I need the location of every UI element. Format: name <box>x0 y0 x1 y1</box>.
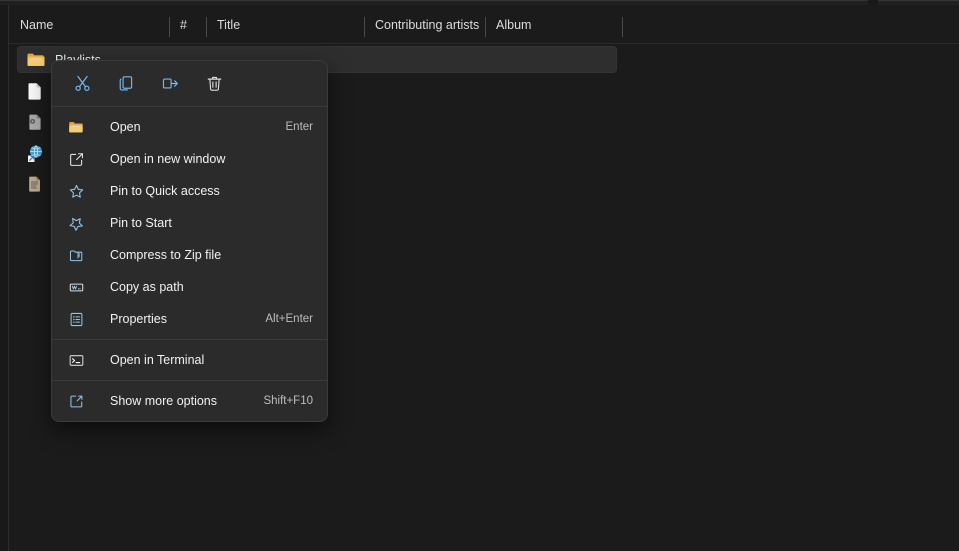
column-divider-1[interactable] <box>169 17 170 37</box>
rename-icon <box>161 74 180 93</box>
star-icon <box>68 183 85 200</box>
column-header-title-label: Title <box>217 17 241 32</box>
context-menu-toolbar <box>52 61 327 106</box>
menu-item-label: Compress to Zip file <box>110 248 222 262</box>
system-file-icon <box>25 112 45 132</box>
column-header-album[interactable]: Album <box>485 5 622 44</box>
menu-item-pin-to-start[interactable]: Pin to Start <box>52 207 327 239</box>
external-link-icon <box>68 151 85 168</box>
blank-document-icon <box>25 81 45 101</box>
menu-item-accelerator: Shift+F10 <box>263 395 313 407</box>
column-divider-4[interactable] <box>485 17 486 37</box>
terminal-icon <box>68 352 85 369</box>
scissors-icon <box>73 74 92 93</box>
delete-button[interactable] <box>198 69 230 99</box>
menu-item-label: Properties <box>110 312 167 326</box>
column-header-name-label: Name <box>20 17 54 32</box>
menu-item-copy-as-path[interactable]: Copy as path <box>52 271 327 303</box>
copy-button[interactable] <box>110 69 142 99</box>
column-divider-3[interactable] <box>364 17 365 37</box>
menu-item-label: Open in new window <box>110 152 226 166</box>
rename-button[interactable] <box>154 69 186 99</box>
context-menu: Open Enter Open in new window Pin to Qui… <box>51 60 328 422</box>
context-menu-group-more: Show more options Shift+F10 <box>52 381 327 421</box>
properties-icon <box>68 311 85 328</box>
column-header-album-label: Album <box>496 17 532 32</box>
column-divider-2[interactable] <box>206 17 207 37</box>
column-header-row: Name # Title Contributing artists Album <box>9 5 959 44</box>
file-explorer-window: Name # Title Contributing artists Album <box>0 0 959 551</box>
column-header-title[interactable]: Title <box>206 5 364 44</box>
column-header-name[interactable]: Name <box>9 5 169 44</box>
folder-icon <box>26 50 46 70</box>
menu-item-pin-quick-access[interactable]: Pin to Quick access <box>52 175 327 207</box>
column-header-artists[interactable]: Contributing artists <box>364 5 485 44</box>
menu-item-accelerator: Alt+Enter <box>265 313 313 325</box>
column-header-track-label: # <box>180 17 187 32</box>
internet-shortcut-icon <box>25 143 45 163</box>
menu-item-label: Pin to Quick access <box>110 184 220 198</box>
folder-open-icon <box>68 119 85 136</box>
pin-icon <box>68 215 85 232</box>
context-menu-group-terminal: Open in Terminal <box>52 340 327 380</box>
copy-icon <box>117 74 136 93</box>
menu-item-open[interactable]: Open Enter <box>52 111 327 143</box>
title-bar-seam-right <box>878 0 959 1</box>
trash-icon <box>205 74 224 93</box>
menu-item-compress-zip[interactable]: Compress to Zip file <box>52 239 327 271</box>
copy-path-icon <box>68 279 85 296</box>
menu-item-show-more-options[interactable]: Show more options Shift+F10 <box>52 385 327 417</box>
zip-icon <box>68 247 85 264</box>
column-header-track[interactable]: # <box>169 5 206 44</box>
column-header-artists-label: Contributing artists <box>375 17 480 32</box>
menu-item-properties[interactable]: Properties Alt+Enter <box>52 303 327 335</box>
menu-item-label: Open <box>110 120 141 134</box>
menu-item-label: Show more options <box>110 394 218 408</box>
title-bar-seam-left <box>0 0 868 1</box>
menu-item-open-in-terminal[interactable]: Open in Terminal <box>52 344 327 376</box>
menu-item-label: Pin to Start <box>110 216 172 230</box>
column-divider-5[interactable] <box>622 17 623 37</box>
text-document-icon <box>25 174 45 194</box>
menu-item-label: Copy as path <box>110 280 184 294</box>
menu-item-label: Open in Terminal <box>110 353 205 367</box>
cut-button[interactable] <box>66 69 98 99</box>
context-menu-group-primary: Open Enter Open in new window Pin to Qui… <box>52 107 327 339</box>
menu-item-open-new-window[interactable]: Open in new window <box>52 143 327 175</box>
more-options-icon <box>68 393 85 410</box>
menu-item-accelerator: Enter <box>285 121 314 133</box>
